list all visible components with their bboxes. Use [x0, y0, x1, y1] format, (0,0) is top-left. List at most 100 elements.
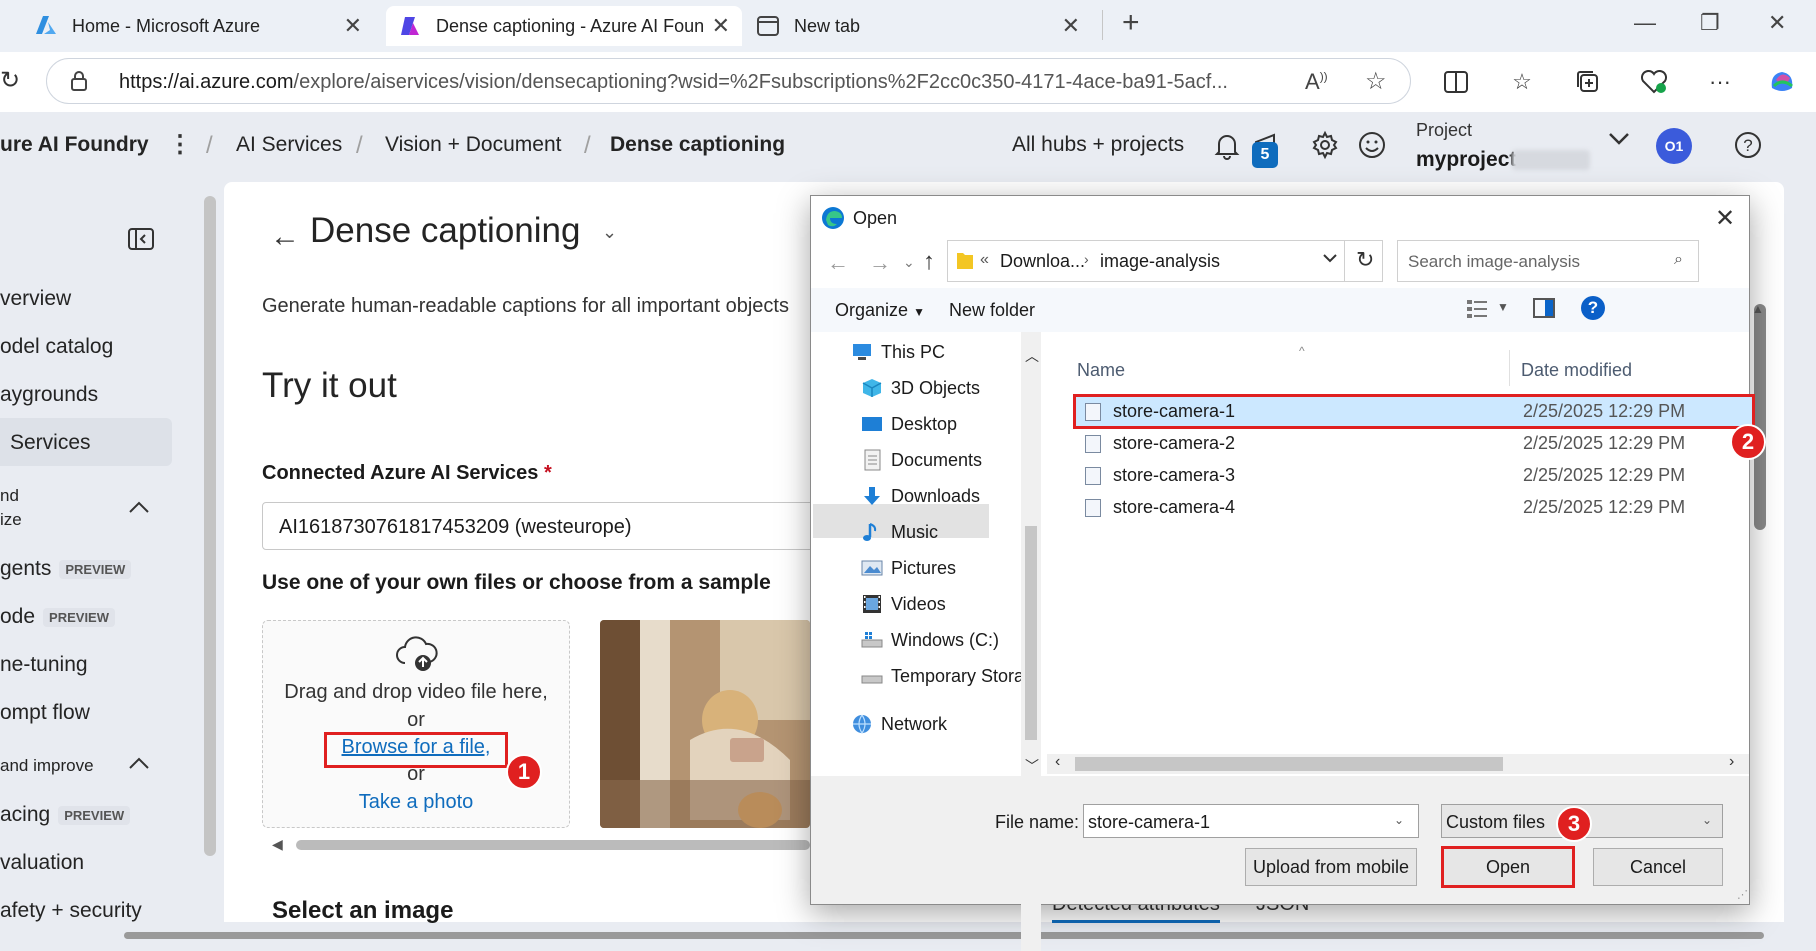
view-options-icon[interactable]: [1467, 300, 1487, 318]
restore-icon[interactable]: ❐: [1700, 10, 1720, 36]
close-tab-icon[interactable]: ✕: [712, 13, 730, 39]
file-scroll-left-icon[interactable]: ‹: [1055, 753, 1060, 771]
nav-item-code[interactable]: ode PREVIEW: [0, 605, 116, 629]
file-row-store-camera-2[interactable]: store-camera-2 2/25/2025 12:29 PM: [1075, 428, 1755, 459]
upload-dropzone[interactable]: Drag and drop video file here, or Browse…: [262, 620, 570, 828]
collapse-nav-icon[interactable]: [128, 228, 154, 250]
tree-item-desktop[interactable]: Desktop: [861, 413, 957, 435]
app-menu-icon[interactable]: ⋮: [168, 130, 192, 159]
file-row-store-camera-4[interactable]: store-camera-4 2/25/2025 12:29 PM: [1075, 492, 1755, 523]
tree-item-3d-objects[interactable]: 3D Objects: [861, 377, 980, 399]
dialog-help-icon[interactable]: ?: [1581, 296, 1605, 320]
page-horizontal-scrollbar[interactable]: [124, 932, 1764, 939]
path-overflow-icon[interactable]: «: [980, 251, 989, 269]
path-dropdown-chevron-icon[interactable]: [1322, 253, 1338, 263]
back-nav-icon[interactable]: ←: [827, 250, 849, 276]
nav-item-ai-services[interactable]: Services: [10, 431, 91, 455]
nav-item-safety-security[interactable]: afety + security: [0, 899, 142, 923]
organize-button[interactable]: Organize ▼: [835, 300, 925, 321]
nav-item-fine-tuning[interactable]: ne-tuning: [0, 653, 88, 677]
samples-horizontal-scrollbar[interactable]: [296, 840, 810, 850]
connected-services-select[interactable]: AI1618730761817453209 (westeurope): [262, 502, 822, 550]
section-collapse-chevron-icon[interactable]: [128, 500, 150, 514]
project-name[interactable]: myproject: [1416, 148, 1516, 172]
tree-item-videos[interactable]: Videos: [861, 593, 946, 615]
main-vertical-scrollbar[interactable]: [1754, 304, 1766, 530]
search-input[interactable]: Search image-analysis ⌕: [1397, 240, 1699, 282]
tree-scrollbar-thumb[interactable]: [1025, 526, 1037, 740]
more-options-icon[interactable]: ···: [1704, 66, 1736, 98]
refresh-icon[interactable]: ↻: [0, 66, 20, 95]
scroll-left-icon[interactable]: ◀: [272, 836, 283, 853]
tree-item-this-pc[interactable]: This PC: [851, 341, 945, 363]
tree-item-temporary-storage[interactable]: Temporary Stora: [861, 665, 1024, 687]
nav-item-tracing[interactable]: acing PREVIEW: [0, 803, 131, 827]
file-row-store-camera-3[interactable]: store-camera-3 2/25/2025 12:29 PM: [1075, 460, 1755, 491]
section-collapse-chevron-icon[interactable]: [128, 756, 150, 770]
split-screen-icon[interactable]: [1440, 66, 1472, 98]
file-scroll-right-icon[interactable]: ›: [1729, 753, 1734, 771]
sample-image-thumbnail[interactable]: [600, 620, 810, 828]
nav-item-playgrounds[interactable]: aygrounds: [0, 383, 98, 407]
bell-icon[interactable]: [1214, 132, 1240, 160]
browser-essentials-icon[interactable]: [1638, 66, 1670, 98]
file-name-input[interactable]: store-camera-1 ⌄: [1083, 804, 1419, 838]
file-type-chevron-icon[interactable]: ⌄: [1702, 813, 1712, 827]
tree-item-downloads[interactable]: Downloads: [861, 485, 980, 507]
page-vertical-scrollbar[interactable]: [204, 196, 216, 856]
favorites-icon[interactable]: ☆: [1506, 66, 1538, 98]
help-icon[interactable]: ?: [1733, 130, 1763, 160]
tree-scroll-up-icon[interactable]: ︿: [1025, 346, 1039, 366]
lock-icon[interactable]: [71, 71, 87, 91]
address-bar[interactable]: https://ai.azure.com/explore/aiservices/…: [46, 58, 1411, 104]
tab-home-azure[interactable]: Home - Microsoft Azure ✕: [22, 6, 374, 46]
nav-item-evaluation[interactable]: valuation: [0, 851, 84, 875]
favorite-star-icon[interactable]: ☆: [1365, 67, 1387, 96]
column-header-date[interactable]: Date modified: [1521, 360, 1632, 381]
close-tab-icon[interactable]: ✕: [344, 13, 362, 39]
file-name-chevron-icon[interactable]: ⌄: [1394, 813, 1404, 827]
new-folder-button[interactable]: New folder: [949, 300, 1035, 321]
cancel-button[interactable]: Cancel: [1593, 848, 1723, 886]
new-tab-button[interactable]: +: [1122, 6, 1140, 40]
path-segment-image-analysis[interactable]: image-analysis: [1100, 251, 1220, 272]
upload-from-mobile-button[interactable]: Upload from mobile: [1245, 848, 1417, 886]
project-dropdown-chevron-icon[interactable]: [1608, 132, 1630, 146]
nav-item-prompt-flow[interactable]: ompt flow: [0, 701, 90, 725]
back-arrow-icon[interactable]: ←: [270, 220, 300, 254]
tab-new-tab[interactable]: New tab ✕: [744, 6, 1092, 46]
refresh-folder-icon[interactable]: ↻: [1356, 247, 1374, 273]
read-aloud-icon[interactable]: A)): [1305, 69, 1328, 95]
up-folder-icon[interactable]: ↑: [923, 248, 935, 276]
url-text[interactable]: https://ai.azure.com/explore/aiservices/…: [119, 71, 1228, 94]
tree-item-pictures[interactable]: Pictures: [861, 557, 956, 579]
tree-item-windows-c[interactable]: Windows (C:): [861, 629, 999, 651]
file-hscrollbar-thumb[interactable]: [1075, 757, 1503, 771]
path-bar[interactable]: « Downloa... › image-analysis ↻: [947, 240, 1383, 282]
forward-nav-icon[interactable]: →: [869, 250, 891, 276]
all-hubs-link[interactable]: All hubs + projects: [1012, 133, 1184, 157]
path-segment-downloads[interactable]: Downloa...: [1000, 251, 1085, 272]
recent-locations-chevron-icon[interactable]: ⌄: [903, 254, 915, 271]
resize-grip-icon[interactable]: ⋰: [1737, 888, 1748, 901]
tree-scroll-down-icon[interactable]: ﹀: [1025, 756, 1039, 776]
scroll-up-icon[interactable]: ▲: [1752, 302, 1764, 316]
breadcrumb-ai-services[interactable]: AI Services: [236, 133, 342, 157]
nav-item-model-catalog[interactable]: odel catalog: [0, 335, 113, 359]
tab-dense-captioning[interactable]: Dense captioning - Azure AI Foun ✕: [386, 6, 742, 46]
app-name[interactable]: ure AI Foundry: [0, 133, 149, 157]
nav-item-overview[interactable]: verview: [0, 287, 71, 311]
preview-pane-icon[interactable]: [1533, 298, 1555, 318]
close-window-icon[interactable]: ✕: [1768, 10, 1786, 36]
dialog-close-icon[interactable]: ✕: [1715, 204, 1735, 233]
avatar[interactable]: O1: [1656, 128, 1692, 164]
collections-icon[interactable]: [1572, 66, 1604, 98]
title-dropdown-chevron-icon[interactable]: ⌄: [602, 222, 617, 243]
search-icon[interactable]: ⌕: [1674, 251, 1683, 269]
nav-item-agents[interactable]: gents PREVIEW: [0, 557, 132, 581]
column-header-name[interactable]: Name: [1077, 360, 1125, 381]
feedback-smiley-icon[interactable]: [1358, 131, 1386, 159]
take-photo-link[interactable]: Take a photo: [263, 791, 569, 814]
copilot-icon[interactable]: [1766, 66, 1798, 98]
settings-gear-icon[interactable]: [1310, 130, 1340, 160]
